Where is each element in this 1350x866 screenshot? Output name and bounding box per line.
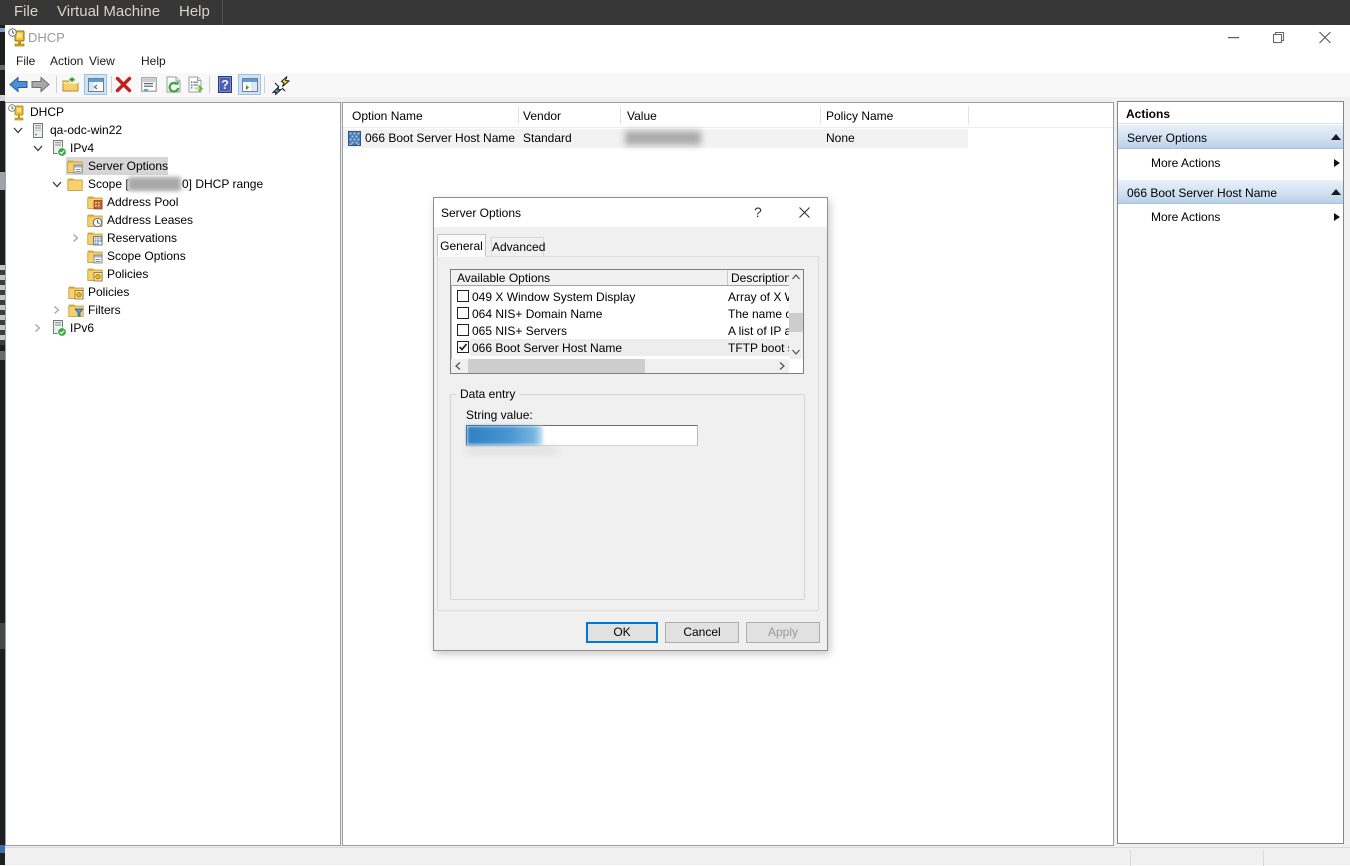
- svg-text:?: ?: [221, 77, 229, 92]
